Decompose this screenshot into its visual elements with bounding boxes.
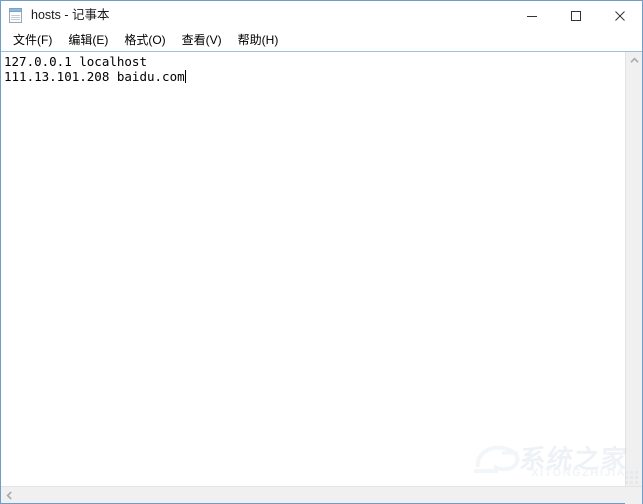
window-title: hosts - 记事本: [31, 8, 110, 23]
menu-item-file[interactable]: 文件(F): [5, 30, 60, 51]
text-editor[interactable]: 127.0.0.1 localhost 111.13.101.208 baidu…: [1, 52, 625, 486]
title-bar-left: hosts - 记事本: [1, 1, 110, 30]
minimize-button[interactable]: [510, 1, 554, 30]
minimize-icon: [527, 15, 537, 17]
editor-wrapper: 127.0.0.1 localhost 111.13.101.208 baidu…: [1, 52, 625, 486]
menu-item-help[interactable]: 帮助(H): [230, 30, 287, 51]
maximize-icon: [571, 10, 581, 21]
menu-bar: 文件(F) 编辑(E) 格式(O) 查看(V) 帮助(H): [1, 30, 642, 51]
notepad-window: hosts - 记事本 文件(F) 编辑(E) 格式(O) 查看(V) 帮助(H…: [0, 0, 643, 504]
horizontal-scrollbar[interactable]: [1, 486, 642, 504]
scroll-left-button[interactable]: [1, 487, 18, 504]
text-caret: [184, 70, 186, 83]
scrollbar-corner: [625, 486, 642, 504]
vertical-scrollbar[interactable]: [625, 52, 642, 486]
scroll-up-button[interactable]: [626, 52, 643, 69]
editor-line-1: 127.0.0.1 localhost: [4, 54, 147, 69]
client-area: 127.0.0.1 localhost 111.13.101.208 baidu…: [1, 51, 642, 486]
close-button[interactable]: [598, 1, 642, 30]
menu-item-view[interactable]: 查看(V): [174, 30, 230, 51]
chevron-left-icon: [6, 490, 12, 500]
chevron-up-icon: [630, 57, 639, 63]
menu-item-format[interactable]: 格式(O): [116, 30, 173, 51]
close-icon: [615, 10, 625, 21]
editor-line-2: 111.13.101.208 baidu.com: [4, 69, 185, 84]
maximize-button[interactable]: [554, 1, 598, 30]
notepad-icon: [8, 7, 24, 24]
title-bar[interactable]: hosts - 记事本: [1, 1, 642, 30]
menu-item-edit[interactable]: 编辑(E): [60, 30, 116, 51]
window-controls: [510, 1, 642, 30]
